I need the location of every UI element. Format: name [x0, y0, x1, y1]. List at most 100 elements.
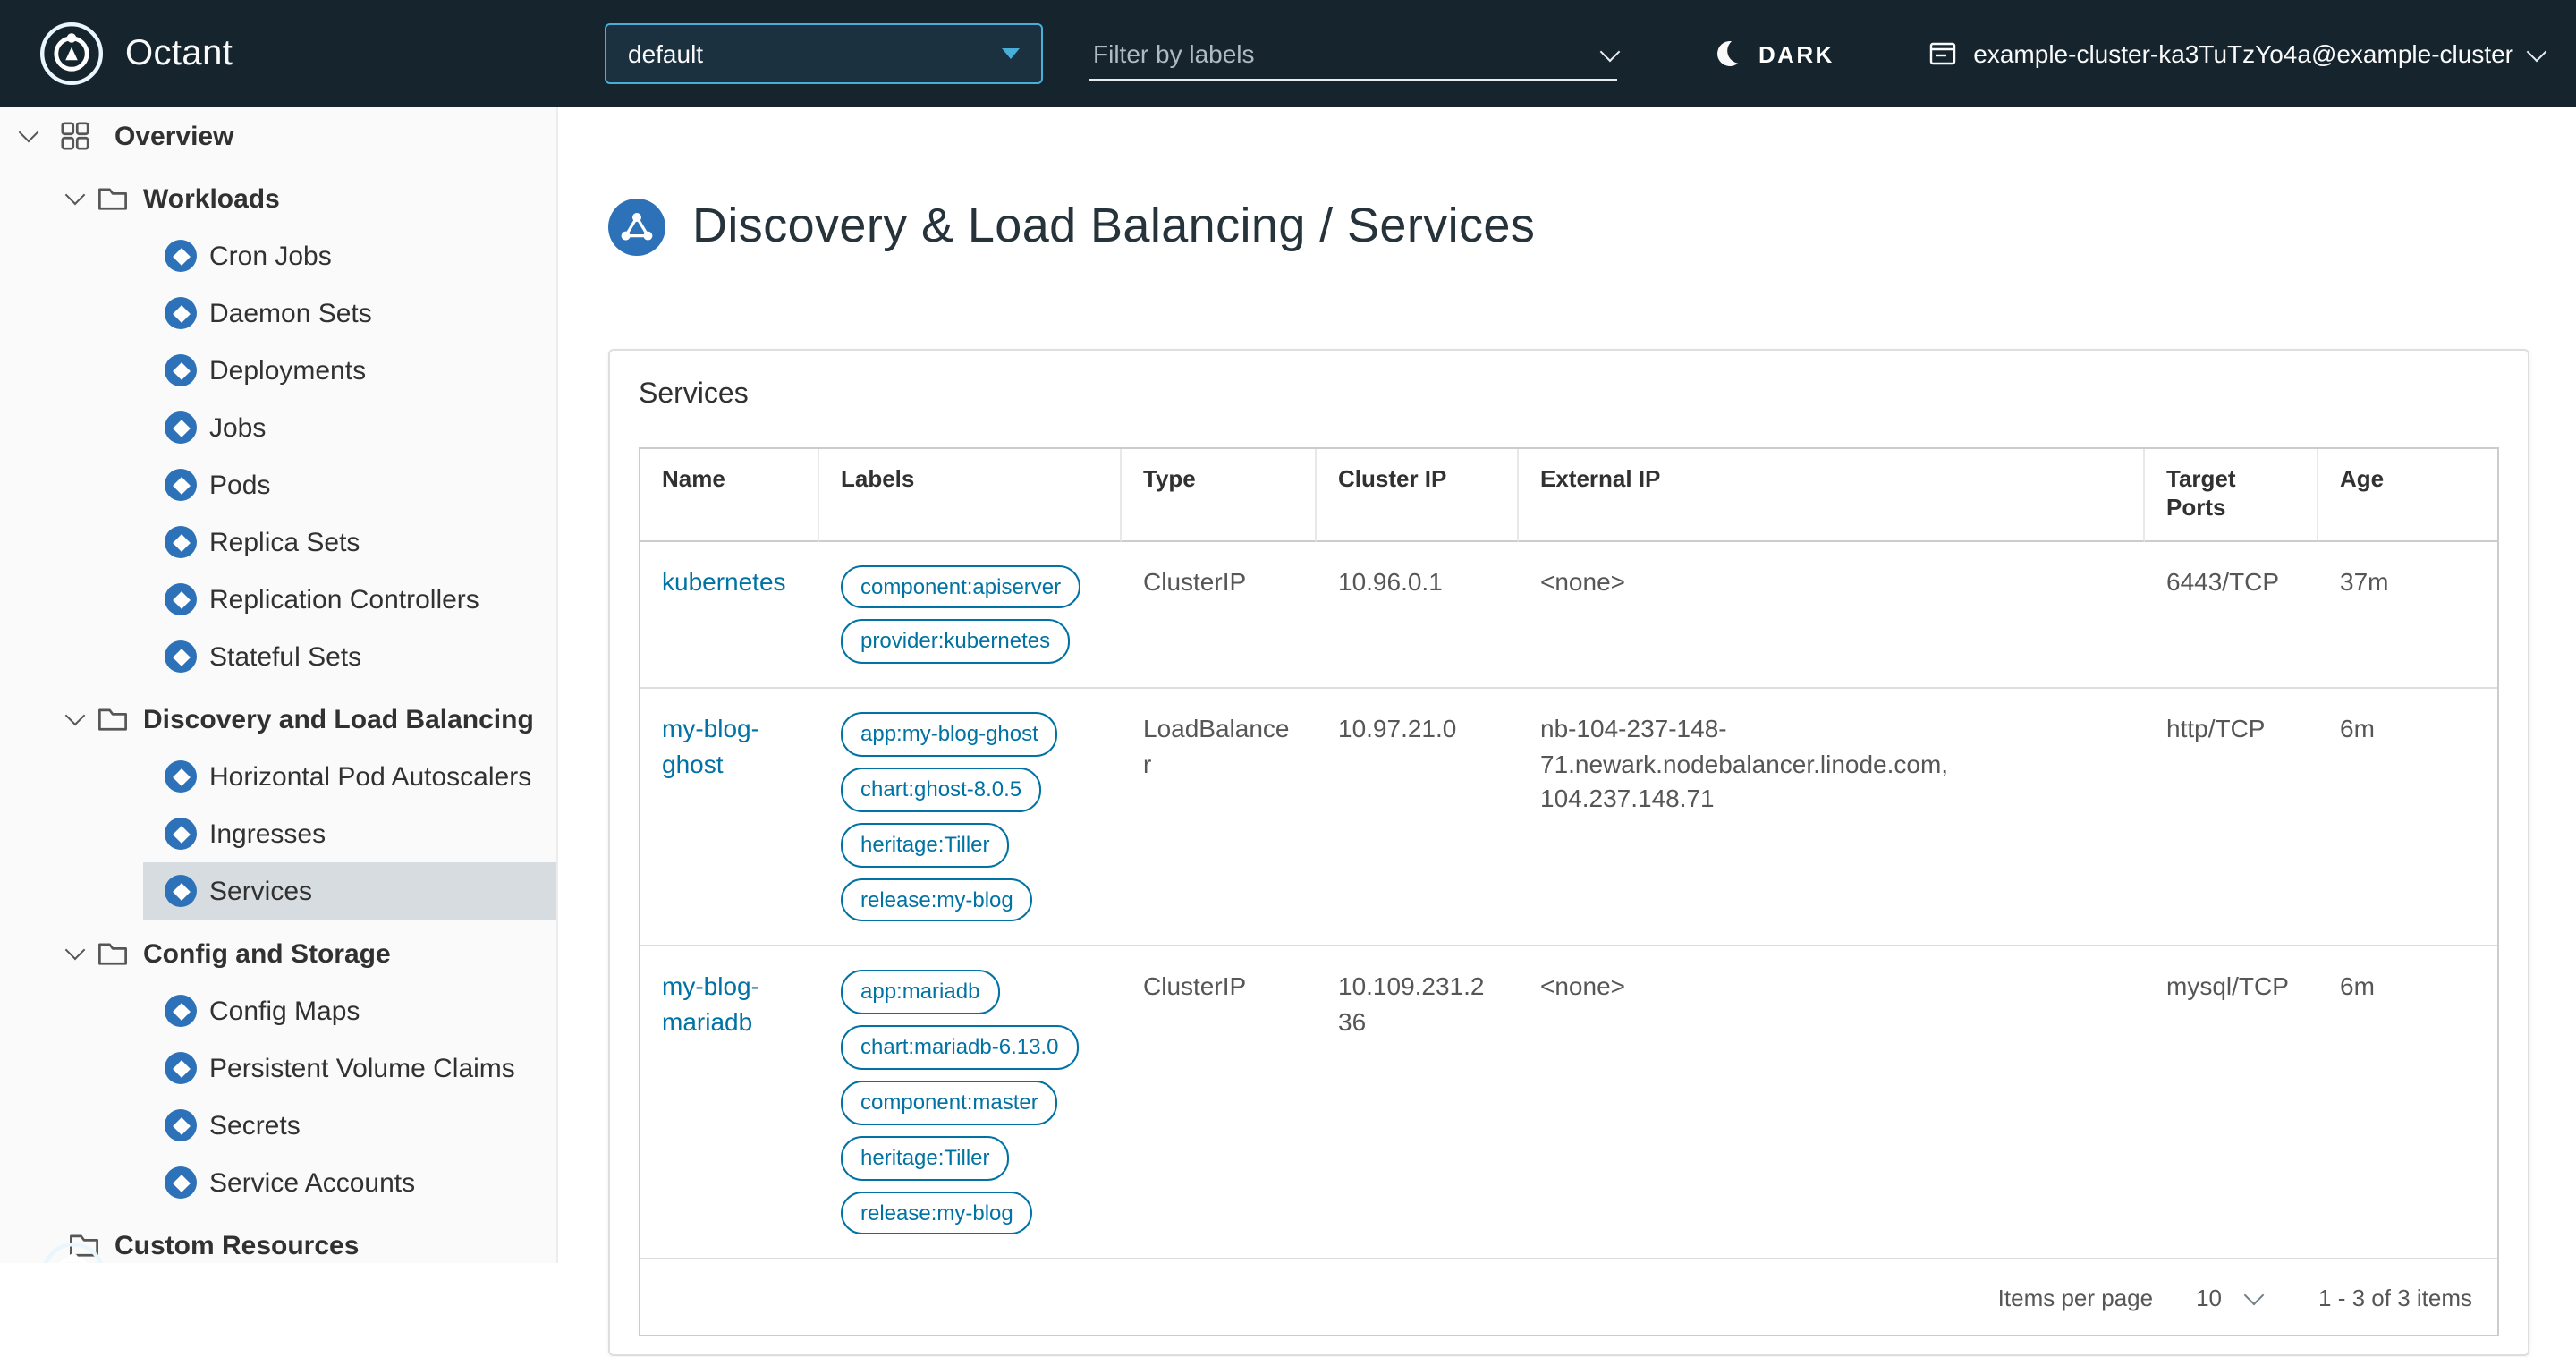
cluster-context[interactable]: example-cluster-ka3TuTzYo4a@example-clus… — [1928, 0, 2547, 107]
external-ip-cell: <none> — [1540, 971, 1625, 1001]
items-per-page-select[interactable]: 10 — [2196, 1284, 2265, 1311]
sidebar-item-cron-jobs[interactable]: Cron Jobs — [0, 227, 556, 284]
replication-controllers-icon — [165, 583, 197, 615]
type-cell: LoadBalancer — [1143, 714, 1290, 778]
labels-cell: component:apiserver provider:kubernetes — [819, 541, 1122, 687]
cluster-ip-cell: 10.109.231.236 — [1338, 971, 1485, 1037]
column-header-external-ip[interactable]: External IP — [1519, 449, 2145, 542]
brand: Octant — [39, 0, 233, 107]
replica-sets-icon — [165, 526, 197, 558]
label-filter-input[interactable] — [1089, 38, 1562, 70]
octant-logo-icon — [39, 21, 104, 86]
name-cell: my-blog-mariadb — [640, 947, 819, 1259]
page-title-row: Discovery & Load Balancing / Services — [608, 166, 2529, 286]
label-badge: heritage:Tiller — [841, 822, 1010, 868]
labels-cell: app:mariadb chart:mariadb-6.13.0 compone… — [819, 947, 1122, 1259]
sidebar-item-horizontal-pod-autoscalers[interactable]: Horizontal Pod Autoscalers — [0, 748, 556, 805]
service-name-link[interactable]: my-blog-ghost — [662, 715, 759, 778]
sidebar-group-workloads[interactable]: Workloads — [0, 170, 556, 227]
sidebar-item-deployments[interactable]: Deployments — [0, 342, 556, 399]
table-row: my-blog-mariadb app:mariadb chart:mariad… — [640, 947, 2497, 1260]
ingresses-icon — [165, 818, 197, 850]
sidebar-item-ingresses[interactable]: Ingresses — [0, 805, 556, 862]
sidebar-item-services[interactable]: Services — [0, 862, 556, 920]
theme-label: DARK — [1758, 40, 1835, 67]
age-cell: 6m — [2340, 714, 2375, 743]
sidebar: Overview Workloads Cron Jobs Daemon Sets… — [0, 107, 558, 1263]
namespace-select[interactable]: default — [605, 23, 1043, 84]
cluster-ip-cell: 10.96.0.1 — [1338, 566, 1443, 596]
service-name-link[interactable]: kubernetes — [662, 566, 786, 595]
namespace-value: default — [628, 39, 704, 68]
secrets-icon — [165, 1109, 197, 1141]
folder-icon — [97, 703, 129, 735]
label-badge: chart:ghost-8.0.5 — [841, 768, 1042, 812]
cluster-context-label: example-cluster-ka3TuTzYo4a@example-clus… — [1973, 39, 2513, 68]
octant-logo-icon — [41, 1242, 106, 1263]
name-cell: kubernetes — [640, 541, 819, 687]
sidebar-group-discovery-and-load-balancing[interactable]: Discovery and Load Balancing — [0, 691, 556, 748]
sidebar-item-config-maps[interactable]: Config Maps — [0, 982, 556, 1039]
objects-grid-icon — [59, 120, 91, 152]
moon-icon — [1715, 38, 1745, 69]
service-accounts-icon — [165, 1166, 197, 1199]
items-per-page-value: 10 — [2196, 1284, 2223, 1311]
theme-toggle[interactable]: DARK — [1717, 0, 1835, 107]
sidebar-item-pods[interactable]: Pods — [0, 456, 556, 513]
sidebar-item-replica-sets[interactable]: Replica Sets — [0, 513, 556, 571]
chevron-down-icon[interactable] — [18, 122, 39, 143]
config-maps-icon — [165, 995, 197, 1027]
daemon-sets-icon — [165, 297, 197, 329]
pods-icon — [165, 469, 197, 501]
column-header-target-ports[interactable]: Target Ports — [2145, 449, 2318, 542]
chevron-down-icon[interactable] — [64, 705, 86, 726]
sidebar-item-secrets[interactable]: Secrets — [0, 1097, 556, 1154]
column-header-name[interactable]: Name — [640, 449, 819, 542]
label-badge: app:mariadb — [841, 970, 1000, 1015]
sidebar-item-service-accounts[interactable]: Service Accounts — [0, 1154, 556, 1211]
sidebar-item-stateful-sets[interactable]: Stateful Sets — [0, 628, 556, 685]
folder-icon — [97, 182, 129, 215]
sidebar-group-config-and-storage[interactable]: Config and Storage — [0, 925, 556, 982]
items-per-page-label: Items per page — [1997, 1284, 2154, 1311]
horizontal-pod-autoscalers-icon — [165, 760, 197, 793]
chevron-down-icon[interactable] — [1599, 40, 1621, 62]
services-table: Name Labels Type Cluster IP External IP … — [639, 447, 2499, 1337]
age-cell: 6m — [2340, 971, 2375, 1001]
column-header-type[interactable]: Type — [1122, 449, 1317, 542]
type-cell: ClusterIP — [1143, 971, 1247, 1001]
window-icon — [1928, 39, 1957, 68]
main-content: Discovery & Load Balancing / Services Se… — [558, 107, 2576, 1357]
chevron-down-icon[interactable] — [64, 939, 86, 961]
service-name-link[interactable]: my-blog-mariadb — [662, 972, 759, 1036]
sidebar-item-persistent-volume-claims[interactable]: Persistent Volume Claims — [0, 1039, 556, 1097]
stateful-sets-icon — [165, 640, 197, 673]
label-badge: heritage:Tiller — [841, 1135, 1010, 1181]
label-badge: release:my-blog — [841, 878, 1033, 922]
cluster-ip-cell: 10.97.21.0 — [1338, 714, 1457, 743]
label-filter — [1089, 29, 1621, 81]
label-badge: component:apiserver — [841, 564, 1081, 609]
pagination-range: 1 - 3 of 3 items — [2318, 1284, 2472, 1311]
external-ip-cell: <none> — [1540, 566, 1625, 596]
column-header-labels[interactable]: Labels — [819, 449, 1122, 542]
sidebar-item-overview[interactable]: Overview — [0, 107, 556, 165]
target-ports-cell: http/TCP — [2166, 714, 2266, 743]
sidebar-item-daemon-sets[interactable]: Daemon Sets — [0, 284, 556, 342]
label-badge: app:my-blog-ghost — [841, 712, 1058, 758]
table-row: kubernetes component:apiserver provider:… — [640, 541, 2497, 690]
octant-app: Octant default DARK example-cluster-ka3T… — [0, 0, 2576, 1357]
type-cell: ClusterIP — [1143, 566, 1247, 596]
chevron-down-icon — [1002, 48, 1020, 59]
sidebar-item-replication-controllers[interactable]: Replication Controllers — [0, 571, 556, 628]
label-badge: chart:mariadb-6.13.0 — [841, 1025, 1079, 1071]
column-header-age[interactable]: Age — [2318, 449, 2497, 542]
app-name: Octant — [125, 33, 233, 72]
target-ports-cell: mysql/TCP — [2166, 971, 2289, 1001]
sidebar-bottom-logo[interactable] — [41, 1242, 106, 1263]
chevron-down-icon[interactable] — [64, 184, 86, 206]
column-header-cluster-ip[interactable]: Cluster IP — [1317, 449, 1519, 542]
chevron-down-icon — [2526, 40, 2547, 62]
sidebar-item-jobs[interactable]: Jobs — [0, 399, 556, 456]
folder-icon — [97, 937, 129, 970]
